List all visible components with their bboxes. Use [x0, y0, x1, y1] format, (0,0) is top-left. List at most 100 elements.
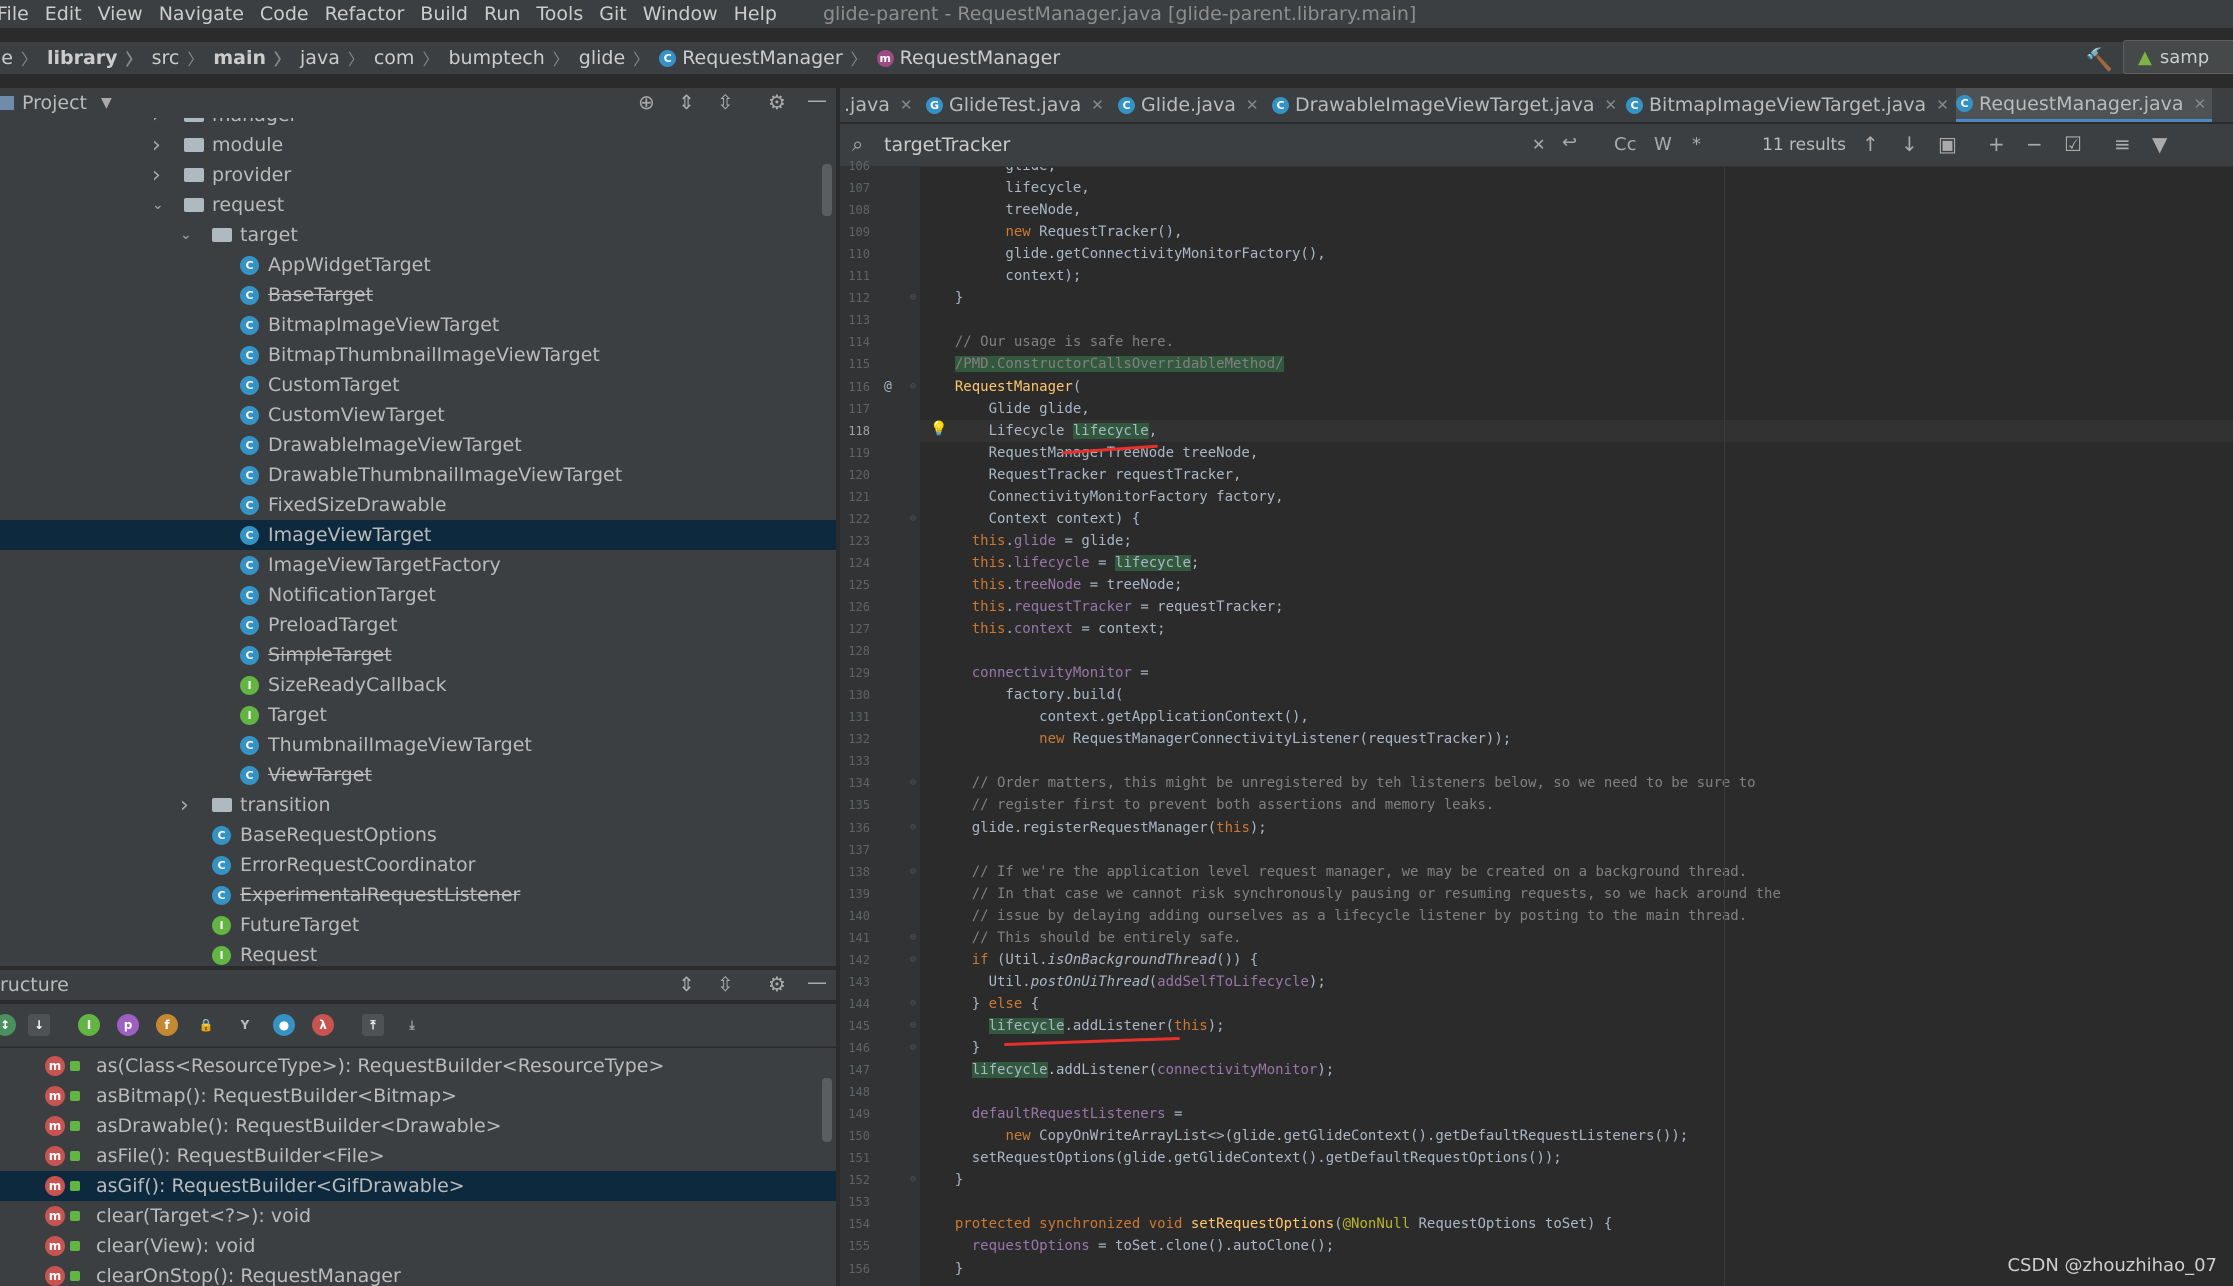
override-marker-icon[interactable]: @ [884, 376, 892, 398]
locate-icon[interactable]: ⊕ [638, 90, 655, 114]
regex-toggle[interactable]: * [1692, 134, 1701, 155]
code-line[interactable]: setRequestOptions(glide.getGlideContext(… [938, 1147, 1562, 1169]
code-line[interactable]: // issue by delaying adding ourselves as… [938, 905, 1747, 927]
code-line[interactable]: // If we're the application level reques… [938, 861, 1747, 883]
tree-item[interactable]: I Target [0, 700, 836, 730]
tree-item[interactable]: › module [0, 130, 836, 160]
tab-bitmapimageviewtarget[interactable]: C BitmapImageViewTarget.java ✕ [1626, 88, 1949, 122]
code-line[interactable]: new CopyOnWriteArrayList<>(glide.getGlid… [938, 1125, 1688, 1147]
show-anonymous-icon[interactable]: Y [234, 1014, 256, 1036]
tree-item[interactable]: ⌄ request [0, 190, 836, 220]
tree-item[interactable]: › provider [0, 160, 836, 190]
show-non-public-icon[interactable]: 🔒 [195, 1014, 217, 1036]
fold-marker-icon[interactable]: ⊖ [910, 1015, 916, 1037]
collapse-all-icon[interactable]: ⇳ [717, 90, 734, 114]
fold-marker-icon[interactable]: ⊖ [910, 1169, 916, 1191]
tree-item[interactable]: C BitmapThumbnailImageViewTarget [0, 340, 836, 370]
code-line[interactable]: lifecycle.addListener(this); [938, 1015, 1225, 1037]
tree-item[interactable]: ⌄ target [0, 220, 836, 250]
tree-item[interactable]: C BaseRequestOptions [0, 820, 836, 850]
menu-edit[interactable]: Edit [45, 3, 82, 25]
breadcrumb-item[interactable]: main 〉 [213, 46, 300, 70]
code-line[interactable]: this.context = context; [938, 618, 1166, 640]
fold-marker-icon[interactable]: ⊖ [910, 949, 916, 971]
tree-item[interactable]: C FixedSizeDrawable [0, 490, 836, 520]
tree-item[interactable]: C CustomViewTarget [0, 400, 836, 430]
code-line[interactable]: RequestTracker requestTracker, [938, 464, 1242, 486]
close-icon[interactable]: ✕ [1605, 96, 1618, 114]
show-fields-icon[interactable]: f [156, 1014, 178, 1036]
chevron-right-icon[interactable]: › [152, 118, 161, 128]
new-line-icon[interactable]: ↩ [1562, 132, 1577, 153]
autoscroll-to-source-icon[interactable]: ⤒ [362, 1014, 384, 1036]
menu-run[interactable]: Run [484, 3, 520, 25]
code-line[interactable]: // Order matters, this might be unregist… [938, 772, 1756, 794]
match-case-toggle[interactable]: Cc [1614, 134, 1636, 155]
close-icon[interactable]: ✕ [1091, 96, 1104, 114]
close-icon[interactable]: ✕ [1936, 96, 1949, 114]
structure-item[interactable]: m asDrawable(): RequestBuilder<Drawable> [0, 1111, 836, 1141]
tree-item[interactable]: I Request [0, 940, 836, 966]
project-panel-title[interactable]: Project [22, 92, 87, 114]
tab-java[interactable]: .java ✕ [844, 88, 912, 122]
code-line[interactable]: connectivityMonitor = [938, 662, 1149, 684]
breadcrumb-item[interactable]: bumptech 〉 [448, 46, 578, 70]
code-line[interactable]: treeNode, [938, 199, 1081, 221]
code-line[interactable]: context.getApplicationContext(), [938, 706, 1309, 728]
filter-icon[interactable]: ▼ [2152, 132, 2167, 156]
menu-tools[interactable]: Tools [536, 3, 583, 25]
fold-marker-icon[interactable]: ⊖ [910, 817, 916, 839]
breadcrumb-item[interactable]: library 〉 [47, 46, 152, 70]
code-line[interactable]: } [938, 1037, 980, 1059]
code-line[interactable]: protected synchronized void setRequestOp… [938, 1213, 1612, 1235]
filter-options-icon[interactable]: ≡ [2114, 132, 2131, 156]
expand-all-icon[interactable]: ⇕ [678, 972, 695, 996]
tree-item[interactable]: C PreloadTarget [0, 610, 836, 640]
code-line[interactable]: new RequestManagerConnectivityListener(r… [938, 728, 1511, 750]
menu-file[interactable]: File [0, 3, 29, 25]
fold-marker-icon[interactable]: ⊖ [910, 1037, 916, 1059]
scrollbar-thumb[interactable] [822, 164, 832, 216]
tab-glidetest[interactable]: G GlideTest.java ✕ [926, 88, 1104, 122]
scrollbar-thumb[interactable] [822, 1078, 832, 1142]
code-line[interactable]: glide.getConnectivityMonitorFactory(), [938, 243, 1325, 265]
tree-item[interactable]: C BitmapImageViewTarget [0, 310, 836, 340]
code-line[interactable]: Util.postOnUiThread(addSelfToLifecycle); [938, 971, 1326, 993]
fold-marker-icon[interactable]: ⊖ [910, 287, 916, 309]
show-inherited-icon[interactable]: I [78, 1014, 100, 1036]
structure-item[interactable]: m asGif(): RequestBuilder<GifDrawable> [0, 1171, 836, 1201]
tree-item[interactable]: C ErrorRequestCoordinator [0, 850, 836, 880]
code-line[interactable]: } else { [938, 993, 1039, 1015]
show-properties-icon[interactable]: p [117, 1014, 139, 1036]
tree-item[interactable]: C ViewTarget [0, 760, 836, 790]
add-occurrence-icon[interactable]: + [1988, 132, 2005, 156]
code-line[interactable]: // Our usage is safe here. [938, 331, 1174, 353]
tree-item[interactable]: C DrawableImageViewTarget [0, 430, 836, 460]
tree-item[interactable]: C CustomTarget [0, 370, 836, 400]
tree-item[interactable]: › transition [0, 790, 836, 820]
code-line[interactable]: } [938, 1258, 963, 1280]
structure-item[interactable]: m clear(Target<?>): void [0, 1201, 836, 1231]
open-in-window-icon[interactable]: ▣ [1938, 132, 1957, 156]
clear-icon[interactable]: ✕ [1532, 135, 1545, 154]
show-lambdas-icon[interactable]: ● [273, 1014, 295, 1036]
close-icon[interactable]: ✕ [2194, 95, 2207, 113]
code-line[interactable]: this.treeNode = treeNode; [938, 574, 1183, 596]
breadcrumb-item[interactable]: com 〉 [374, 46, 449, 70]
visibility-sort-icon[interactable]: ↕ [0, 1014, 16, 1036]
remove-occurrence-icon[interactable]: − [2026, 132, 2043, 156]
breadcrumb-item[interactable]: le〉 [0, 46, 47, 70]
search-input[interactable]: targetTracker [884, 134, 1010, 156]
tab-requestmanager[interactable]: C RequestManager.java ✕ [1956, 88, 2213, 122]
structure-item[interactable]: m clearOnStop(): RequestManager [0, 1261, 836, 1286]
tree-item[interactable]: C ImageViewTarget [0, 520, 836, 550]
sort-alpha-icon[interactable]: ↓ [28, 1014, 50, 1036]
code-editor[interactable]: glide, lifecycle, treeNode, new RequestT… [920, 167, 2233, 1286]
code-line[interactable]: RequestManager( [938, 376, 1081, 398]
code-line[interactable]: lifecycle, [938, 177, 1089, 199]
build-hammer-icon[interactable]: 🔨 [2086, 48, 2113, 73]
tree-item[interactable]: C ExperimentalRequestListener [0, 880, 836, 910]
minimize-icon[interactable]: — [807, 970, 827, 994]
tree-item[interactable]: › manager [0, 118, 836, 130]
code-line[interactable]: if (Util.isOnBackgroundThread()) { [938, 949, 1259, 971]
